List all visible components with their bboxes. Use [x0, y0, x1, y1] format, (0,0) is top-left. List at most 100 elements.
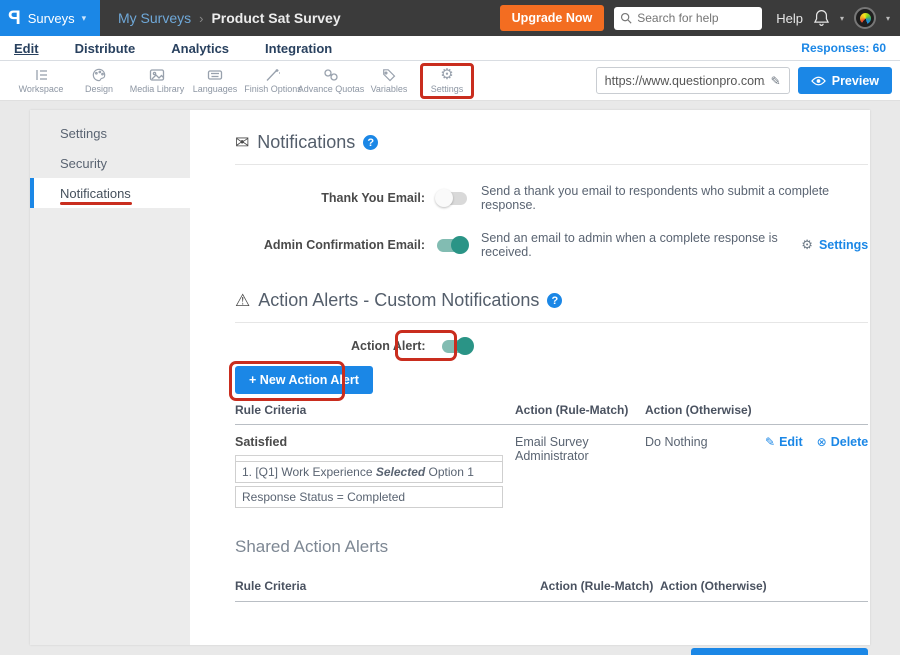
- toolbar-variables[interactable]: Variables: [360, 61, 418, 100]
- settings-link-label: Settings: [819, 238, 868, 252]
- settings-card: Settings Security Notifications ✉ Notifi…: [30, 110, 870, 645]
- new-action-alert-button[interactable]: + New Action Alert: [235, 366, 373, 394]
- notifications-content: ✉ Notifications ? Thank You Email: Send …: [190, 110, 893, 645]
- tab-analytics[interactable]: Analytics: [171, 41, 229, 56]
- notification-groups-bar: Notification Groups ? + New Notification…: [235, 648, 868, 655]
- shared-alerts-table-header: Rule Criteria Action (Rule-Match) Action…: [235, 579, 868, 601]
- new-notification-group-button[interactable]: + New Notification Group: [691, 648, 869, 655]
- admin-confirmation-toggle[interactable]: [437, 239, 467, 252]
- col-action-match: Action (Rule-Match): [515, 403, 645, 417]
- section-title-text: Action Alerts - Custom Notifications: [258, 290, 539, 311]
- delete-alert-link[interactable]: ⊗ Delete: [817, 435, 869, 449]
- breadcrumb-separator-icon: ›: [199, 11, 203, 26]
- tab-distribute[interactable]: Distribute: [75, 41, 136, 56]
- rule-status: Satisfied: [235, 435, 515, 449]
- toggle-knob: [456, 337, 474, 355]
- new-action-alert-wrap: + New Action Alert: [235, 366, 373, 394]
- action-alert-toggle[interactable]: [442, 340, 472, 353]
- delete-label: Delete: [831, 435, 869, 449]
- annotation-notifications-underline: [60, 202, 132, 205]
- keyboard-icon: [207, 68, 223, 82]
- col-action-otherwise: Action (Otherwise): [660, 579, 868, 593]
- brand-menu[interactable]: P Surveys ▾: [0, 0, 100, 36]
- criteria-emphasis: Selected: [376, 465, 425, 479]
- edit-toolbar: Workspace Design Media Library Languages…: [0, 61, 900, 101]
- avatar-caret-icon[interactable]: ▾: [886, 14, 890, 23]
- toolbar-label: Advance Quotas: [298, 84, 365, 94]
- eye-icon: [811, 76, 826, 86]
- admin-confirmation-label: Admin Confirmation Email:: [235, 238, 425, 252]
- edit-icon: ✎: [765, 435, 775, 449]
- sidebar-item-security[interactable]: Security: [30, 148, 190, 178]
- avatar-gauge-icon: [860, 13, 871, 24]
- edit-alert-link[interactable]: ✎Edit: [765, 435, 803, 449]
- plus-icon: +: [249, 373, 256, 387]
- toolbar-finish-options[interactable]: Finish Options: [244, 61, 302, 100]
- notifications-bell-icon[interactable]: [813, 9, 830, 27]
- help-search-box[interactable]: [614, 7, 762, 30]
- toolbar-label: Media Library: [130, 84, 185, 94]
- questionpro-logo-icon: P: [8, 9, 21, 28]
- sidebar-item-notifications[interactable]: Notifications: [30, 178, 190, 208]
- brand-menu-label: Surveys: [28, 11, 75, 26]
- tab-edit[interactable]: Edit: [14, 41, 39, 56]
- new-action-alert-label: New Action Alert: [260, 373, 359, 387]
- help-icon[interactable]: ?: [363, 135, 378, 150]
- bell-caret-icon[interactable]: ▾: [840, 14, 844, 23]
- row-actions: ✎Edit ⊗ Delete: [765, 435, 868, 511]
- breadcrumb-parent[interactable]: My Surveys: [118, 10, 191, 26]
- sidebar-item-label: Notifications: [60, 186, 131, 201]
- shared-alerts-title: Shared Action Alerts: [235, 537, 868, 557]
- user-avatar[interactable]: [854, 7, 876, 29]
- admin-email-settings-link[interactable]: ⚙ Settings: [801, 237, 868, 253]
- gear-icon: ⚙: [801, 237, 813, 253]
- toolbar-label: Finish Options: [244, 84, 302, 94]
- action-alert-label: Action Alert:: [351, 339, 426, 353]
- palette-icon: [91, 68, 107, 82]
- workspace-icon: [33, 68, 49, 82]
- upgrade-now-button[interactable]: Upgrade Now: [500, 5, 605, 31]
- search-icon: [620, 12, 632, 24]
- caret-down-icon: ▾: [82, 13, 87, 24]
- toolbar-label: Workspace: [19, 84, 64, 94]
- sidebar-item-label: Settings: [60, 126, 107, 141]
- toolbar-advance-quotas[interactable]: Advance Quotas: [302, 61, 360, 100]
- wand-icon: [265, 68, 281, 82]
- sidebar-item-settings[interactable]: Settings: [30, 118, 190, 148]
- breadcrumb: My Surveys › Product Sat Survey: [118, 10, 341, 26]
- survey-url-box[interactable]: ✎: [596, 67, 790, 94]
- survey-url-input[interactable]: [605, 74, 765, 88]
- thank-you-email-description: Send a thank you email to respondents wh…: [481, 184, 868, 212]
- tab-integration[interactable]: Integration: [265, 41, 332, 56]
- settings-sidebar: Settings Security Notifications: [30, 110, 190, 645]
- envelope-icon: ✉: [235, 133, 249, 153]
- toolbar-media-library[interactable]: Media Library: [128, 61, 186, 100]
- preview-button[interactable]: Preview: [798, 67, 892, 94]
- toolbar-design[interactable]: Design: [70, 61, 128, 100]
- thank-you-email-row: Thank You Email: Send a thank you email …: [235, 184, 868, 212]
- help-link[interactable]: Help: [776, 11, 803, 26]
- thank-you-email-toggle[interactable]: [437, 192, 467, 205]
- action-alerts-table-header: Rule Criteria Action (Rule-Match) Action…: [235, 403, 868, 424]
- section-title-text: Notifications: [257, 132, 355, 153]
- tag-icon: [381, 68, 397, 82]
- admin-confirmation-row: Admin Confirmation Email: Send an email …: [235, 231, 868, 259]
- image-icon: [149, 68, 165, 82]
- help-icon[interactable]: ?: [547, 293, 562, 308]
- toolbar-workspace[interactable]: Workspace: [12, 61, 70, 100]
- preview-button-label: Preview: [832, 74, 879, 88]
- toolbar-settings[interactable]: ⚙ Settings: [418, 61, 476, 100]
- responses-count[interactable]: Responses: 60: [801, 41, 886, 55]
- toolbar-languages[interactable]: Languages: [186, 61, 244, 100]
- col-action-otherwise: Action (Otherwise): [645, 403, 765, 417]
- toggle-knob: [451, 236, 469, 254]
- help-search-input[interactable]: [637, 11, 747, 25]
- col-rule-criteria: Rule Criteria: [235, 579, 540, 593]
- notifications-section-title: ✉ Notifications ?: [235, 123, 868, 164]
- gear-icon: ⚙: [440, 68, 453, 82]
- rule-criteria-cell: Satisfied 1. [Q1] Work Experience Select…: [235, 435, 515, 511]
- edit-url-icon[interactable]: ✎: [771, 74, 781, 88]
- toolbar-label: Languages: [193, 84, 238, 94]
- admin-confirmation-description: Send an email to admin when a complete r…: [481, 231, 801, 259]
- delete-circle-icon: ⊗: [817, 435, 827, 449]
